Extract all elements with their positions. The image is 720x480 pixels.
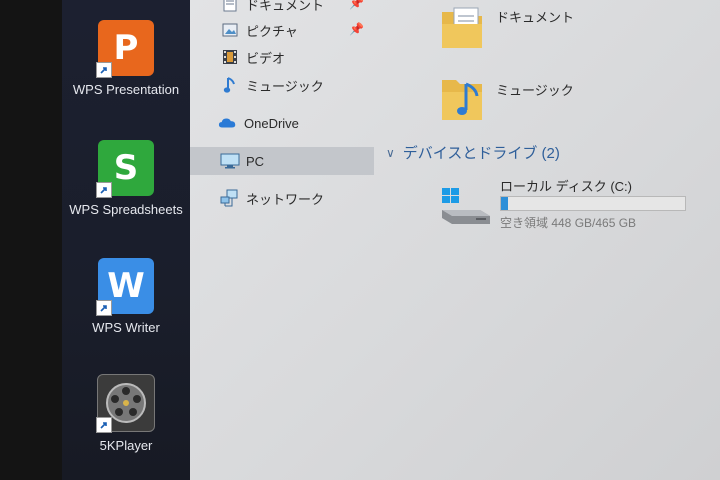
content-pane: ドキュメント ミュージック ∨ デバイスとドライブ (2) ローカル ディスク … [380,0,720,480]
drive-usage-fill [501,197,508,210]
desktop-icon-label: 5KPlayer [99,438,153,453]
shortcut-arrow-icon [96,182,112,198]
wps-spreadsheets-icon: S [96,140,154,198]
pictures-icon [220,21,240,39]
folder-documents[interactable]: ドキュメント [440,4,574,50]
nav-item-network[interactable]: ネットワーク [190,184,374,212]
documents-folder-icon [442,7,482,48]
drive-free-space: 空き領域 448 GB/465 GB [500,216,637,230]
drive-name: ローカル ディスク (C:) [500,179,632,194]
5kplayer-icon [96,374,155,433]
pin-icon[interactable]: 📌 [349,0,364,10]
desktop-icon-5kplayer[interactable]: 5KPlayer [62,374,190,453]
desktop-icon-wps-presentation[interactable]: P WPS Presentation [62,20,190,97]
shortcut-arrow-icon [96,300,112,316]
monitor-bezel [0,0,62,480]
desktop-icon-wps-spreadsheets[interactable]: S WPS Spreadsheets [62,140,190,217]
nav-item-pictures[interactable]: ピクチャ 📌 [190,16,374,44]
drive-local-disk-c[interactable]: ローカル ディスク (C:) 空き領域 448 GB/465 GB [440,176,720,234]
wps-writer-icon: W [96,258,154,316]
onedrive-icon [218,114,238,132]
nav-item-onedrive[interactable]: OneDrive [190,109,374,137]
folder-music[interactable]: ミュージック [440,74,574,124]
videos-icon [220,48,240,66]
desktop-icon-label: WPS Writer [92,320,160,335]
music-icon [220,76,240,94]
chevron-down-icon: ∨ [386,145,395,160]
file-explorer-window: ドキュメント 📌 ピクチャ 📌 ビデオ ミュージック OneDrive PC ネ… [190,0,720,480]
music-folder-icon [442,80,482,120]
nav-item-pc[interactable]: PC [190,147,374,175]
shortcut-arrow-icon [96,417,112,433]
wps-presentation-icon: P [96,20,154,78]
nav-item-videos[interactable]: ビデオ [190,43,374,71]
desktop-area: P WPS Presentation S WPS Spreadsheets W … [62,0,190,480]
shortcut-arrow-icon [96,62,112,78]
desktop-icon-label: WPS Spreadsheets [69,202,183,217]
windows-drive-icon [442,188,490,224]
nav-item-music[interactable]: ミュージック [190,71,374,99]
drive-usage-bar [500,196,686,211]
desktop-icon-label: WPS Presentation [72,82,180,97]
devices-and-drives-group-header[interactable]: ∨ デバイスとドライブ (2) [386,142,560,163]
network-icon [220,189,240,207]
pin-icon[interactable]: 📌 [349,22,364,36]
desktop-icon-wps-writer[interactable]: W WPS Writer [62,258,190,335]
documents-icon [220,0,240,13]
pc-icon [220,152,240,170]
navigation-pane: ドキュメント 📌 ピクチャ 📌 ビデオ ミュージック OneDrive PC ネ… [190,0,380,480]
